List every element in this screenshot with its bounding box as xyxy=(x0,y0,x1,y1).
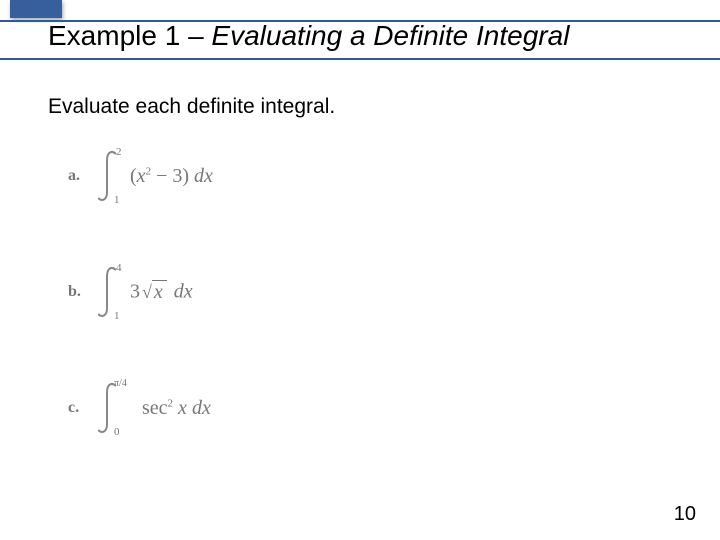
integrand-c: sec2 x dx xyxy=(142,397,211,420)
problem-c-integral: π/4 0 sec2 x dx xyxy=(98,382,211,434)
slide-header: Example 1 – Evaluating a Definite Integr… xyxy=(0,0,720,72)
title-prefix: Example 1 – xyxy=(48,20,211,51)
lower-limit: 1 xyxy=(114,310,120,322)
integral-sign-icon: π/4 0 xyxy=(98,382,126,434)
problem-c-label: c. xyxy=(68,399,98,417)
problem-a-label: a. xyxy=(68,167,98,185)
problem-b-label: b. xyxy=(68,283,98,301)
upper-limit: 4 xyxy=(116,262,122,274)
integral-sign-icon: 2 1 xyxy=(98,150,126,202)
problem-b: b. 4 1 3√x dx xyxy=(68,266,213,318)
page-number: 10 xyxy=(674,503,696,526)
lower-limit: 1 xyxy=(114,194,120,206)
header-rule-bottom xyxy=(0,58,720,60)
slide-title: Example 1 – Evaluating a Definite Integr… xyxy=(48,20,569,52)
problem-list: a. 2 1 (x2 − 3) dx b. 4 1 xyxy=(68,150,213,434)
lower-limit: 0 xyxy=(114,426,120,438)
problem-b-integral: 4 1 3√x dx xyxy=(98,266,193,318)
header-accent-block xyxy=(10,0,62,18)
square-root-icon: √x xyxy=(142,280,167,303)
upper-limit: π/4 xyxy=(114,378,127,389)
problem-a: a. 2 1 (x2 − 3) dx xyxy=(68,150,213,202)
integrand-b: 3√x dx xyxy=(130,280,193,304)
upper-limit: 2 xyxy=(116,146,122,158)
integrand-a: (x2 − 3) dx xyxy=(130,165,213,188)
integral-sign-icon: 4 1 xyxy=(98,266,126,318)
problem-a-integral: 2 1 (x2 − 3) dx xyxy=(98,150,213,202)
instruction-text: Evaluate each definite integral. xyxy=(48,95,335,119)
title-subject: Evaluating a Definite Integral xyxy=(211,20,569,51)
problem-c: c. π/4 0 sec2 x dx xyxy=(68,382,213,434)
